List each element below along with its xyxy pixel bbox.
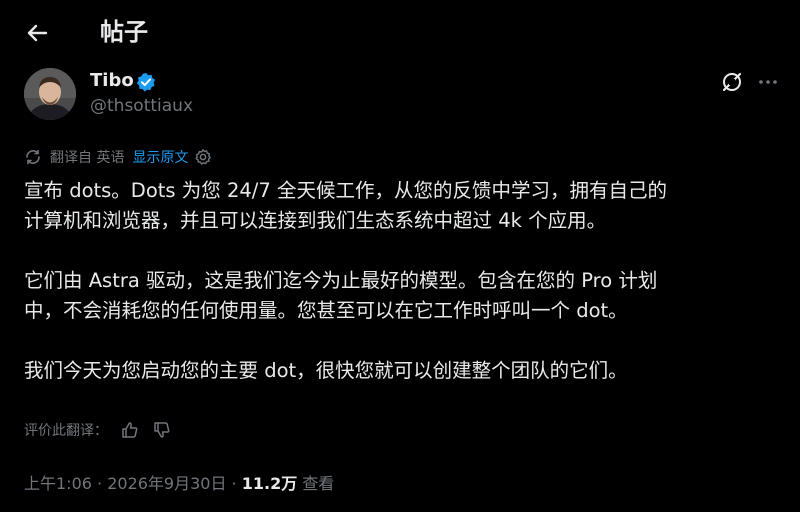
meta-separator: ·: [91, 474, 108, 493]
thumbs-up-icon[interactable]: [120, 420, 140, 440]
thumbs-down-icon[interactable]: [152, 420, 172, 440]
back-arrow-icon: [27, 24, 48, 42]
author-name[interactable]: Tibo: [90, 70, 134, 91]
more-icon: [759, 80, 777, 84]
post-paragraph: 我们今天为您启动您的主要 dot，很快您就可以创建整个团队的它们。: [24, 359, 628, 382]
grok-button[interactable]: [720, 70, 744, 94]
translate-icon: [26, 149, 40, 165]
post-date[interactable]: 2026年9月30日: [107, 474, 226, 493]
page-title: 帖子: [100, 18, 148, 46]
views-count: 11.2万: [241, 474, 298, 493]
meta-separator: ·: [226, 474, 242, 493]
post-paragraph: 宣布 dots。Dots 为您 24/7 全天候工作，从您的反馈中学习，拥有自己…: [24, 179, 667, 232]
post-paragraph: 它们由 Astra 驱动，这是我们迄今为止最好的模型。包含在您的 Pro 计划 …: [24, 269, 658, 322]
grok-icon: [722, 72, 742, 92]
top-bar: 帖子: [0, 0, 800, 62]
views-label: 查看: [297, 474, 335, 493]
post-meta: 上午1:06 · 2026年9月30日 · 11.2万 查看: [24, 470, 334, 494]
post-time[interactable]: 上午1:06: [24, 474, 92, 493]
translation-label: 翻译自 英语: [50, 150, 125, 166]
rate-translation-bar: 评价此翻译：: [24, 418, 172, 442]
show-original-link[interactable]: 显示原文: [132, 147, 188, 167]
avatar[interactable]: [24, 68, 76, 120]
translation-bar: 翻译自 英语 显示原文: [24, 146, 212, 168]
verified-badge-icon: [136, 72, 156, 92]
post-text: 宣布 dots。Dots 为您 24/7 全天候工作，从您的反馈中学习，拥有自己…: [24, 176, 784, 416]
more-options-button[interactable]: [756, 70, 780, 94]
rate-translation-label: 评价此翻译：: [24, 423, 108, 439]
back-button[interactable]: [22, 18, 52, 48]
author-handle[interactable]: @thsottiaux: [90, 96, 193, 116]
gear-icon[interactable]: [194, 148, 212, 166]
